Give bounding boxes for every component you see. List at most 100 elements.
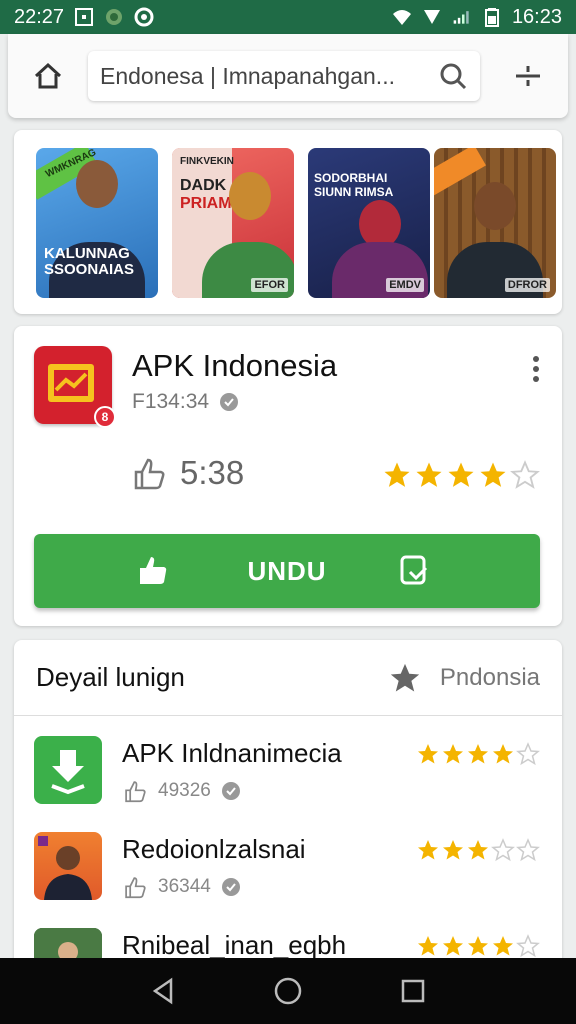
star-filled-icon	[468, 744, 488, 764]
thumbs-up-icon	[125, 781, 146, 803]
wifi-icon	[392, 10, 411, 25]
more-options-icon[interactable]	[530, 354, 542, 384]
home-icon	[34, 62, 62, 89]
verified-icon	[221, 878, 240, 896]
star-filled-icon	[468, 936, 488, 956]
app-icon[interactable]: 8	[34, 346, 116, 428]
banner-2-line1: DADK	[180, 177, 227, 194]
search-box[interactable]	[88, 51, 480, 101]
banner-3-person	[359, 200, 401, 248]
star-filled-icon	[443, 744, 463, 764]
app-rating	[382, 460, 540, 490]
search-icon[interactable]	[438, 61, 468, 91]
download-button[interactable]: UNDU	[34, 534, 540, 608]
list-item[interactable]: Redoionlzalsnai 36344	[14, 812, 562, 908]
app-sub-text: F134:34	[132, 390, 210, 413]
star-empty-icon	[516, 838, 540, 862]
signal-icon	[423, 10, 440, 24]
app-title: APK Indonesia	[132, 348, 338, 383]
item-icon-download	[34, 736, 102, 804]
status-bar: 22:27 16:23	[0, 0, 576, 34]
banner-1-line1: KALUNNAG	[44, 245, 130, 262]
details-right-label: Pndonsia	[439, 663, 540, 691]
list-item-meta: 49326	[122, 778, 241, 804]
list-item-rating	[416, 838, 540, 862]
app-notification-icon	[106, 9, 123, 25]
status-time-left: 22:27	[14, 5, 65, 28]
star-filled-icon	[416, 462, 442, 487]
star-filled-icon	[493, 744, 513, 764]
banner-4[interactable]: DFROR	[434, 148, 556, 298]
sync-icon	[134, 7, 154, 27]
banner-1-person	[76, 160, 118, 208]
star-filled-icon	[493, 936, 513, 956]
list-item-name: Redoionlzalsnai	[122, 834, 306, 864]
banner-2[interactable]: FINKVEKIN DADK PRIAM EFOR	[172, 148, 294, 298]
details-header: Deyail lunign Pndonsia	[14, 640, 562, 716]
star-filled-icon	[418, 936, 438, 956]
banner-4-person	[474, 182, 516, 230]
filter-icon	[516, 66, 540, 86]
notification-square-icon	[75, 8, 94, 26]
app-detail-card: 8 APK Indonesia F134:34 5:38 UNDU	[14, 326, 562, 626]
likes-value: 5:38	[180, 454, 245, 491]
battery-icon	[484, 8, 499, 27]
star-filled-icon	[418, 840, 438, 860]
star-filled-icon	[384, 462, 410, 487]
banner-2-line2: PRIAM	[180, 195, 232, 212]
banner-4-tag: DFROR	[504, 278, 550, 292]
details-list-card: Deyail lunign Pndonsia APK Inldnanimecia…	[14, 640, 562, 970]
verified-icon	[220, 393, 239, 411]
star-icon	[390, 663, 420, 691]
list-item-name: Rnibeal_inan_eqbh	[122, 930, 347, 960]
back-icon	[152, 977, 172, 1005]
search-header	[8, 34, 568, 118]
app-badge: 8	[94, 406, 116, 428]
list-item-rating	[416, 934, 540, 958]
banner-3[interactable]: SODORBHAI SIUNN RIMSA EMDV	[308, 148, 430, 298]
list-item-count: 36344	[158, 876, 211, 897]
banner-1-line2: SSOONAIAS	[44, 261, 135, 278]
featured-banners: WMKNRAG KALUNNAG SSOONAIAS FINKVEKIN DAD…	[14, 130, 562, 314]
back-button[interactable]	[143, 971, 183, 1011]
banner-2-top-text: FINKVEKIN	[180, 156, 234, 167]
list-item-rating	[416, 742, 540, 766]
status-time-right: 16:23	[511, 5, 562, 28]
list-item-name: APK Inldnanimecia	[122, 738, 342, 768]
details-filter[interactable]: Pndonsia	[388, 661, 540, 695]
list-item-count: 49326	[158, 780, 211, 801]
home-button[interactable]	[28, 56, 68, 96]
banner-1[interactable]: WMKNRAG KALUNNAG SSOONAIAS	[36, 148, 158, 298]
person-icon	[38, 836, 92, 900]
star-empty-icon	[491, 838, 515, 862]
cell-signal-icon	[453, 11, 469, 24]
navigation-bar	[0, 958, 576, 1024]
home-circle-icon	[274, 977, 302, 1005]
verified-icon	[221, 782, 240, 800]
home-nav-button[interactable]	[268, 971, 308, 1011]
thumbs-up-icon	[125, 877, 146, 899]
details-title: Deyail lunign	[36, 662, 185, 692]
filter-button[interactable]	[510, 58, 546, 94]
star-empty-icon	[510, 460, 540, 489]
star-empty-icon	[516, 742, 540, 766]
star-filled-icon	[418, 744, 438, 764]
star-filled-icon	[448, 462, 474, 487]
star-filled-icon	[443, 840, 463, 860]
banner-3-line2: SIUNN RIMSA	[314, 185, 394, 199]
download-label: UNDU	[247, 555, 327, 586]
item-icon-person	[34, 832, 102, 900]
search-input[interactable]	[100, 62, 438, 90]
likes-count: 5:38	[130, 454, 244, 492]
thumbs-up-icon	[134, 458, 165, 490]
list-item-meta: 36344	[122, 874, 241, 900]
list-item[interactable]: APK Inldnanimecia 49326	[14, 716, 562, 812]
banner-3-tag: EMDV	[386, 278, 424, 292]
star-filled-icon	[468, 840, 488, 860]
banner-2-person	[229, 172, 271, 220]
share-icon	[400, 555, 428, 585]
star-filled-icon	[480, 462, 506, 487]
download-icon	[51, 750, 85, 795]
recents-button[interactable]	[393, 971, 433, 1011]
star-empty-icon	[516, 934, 540, 958]
